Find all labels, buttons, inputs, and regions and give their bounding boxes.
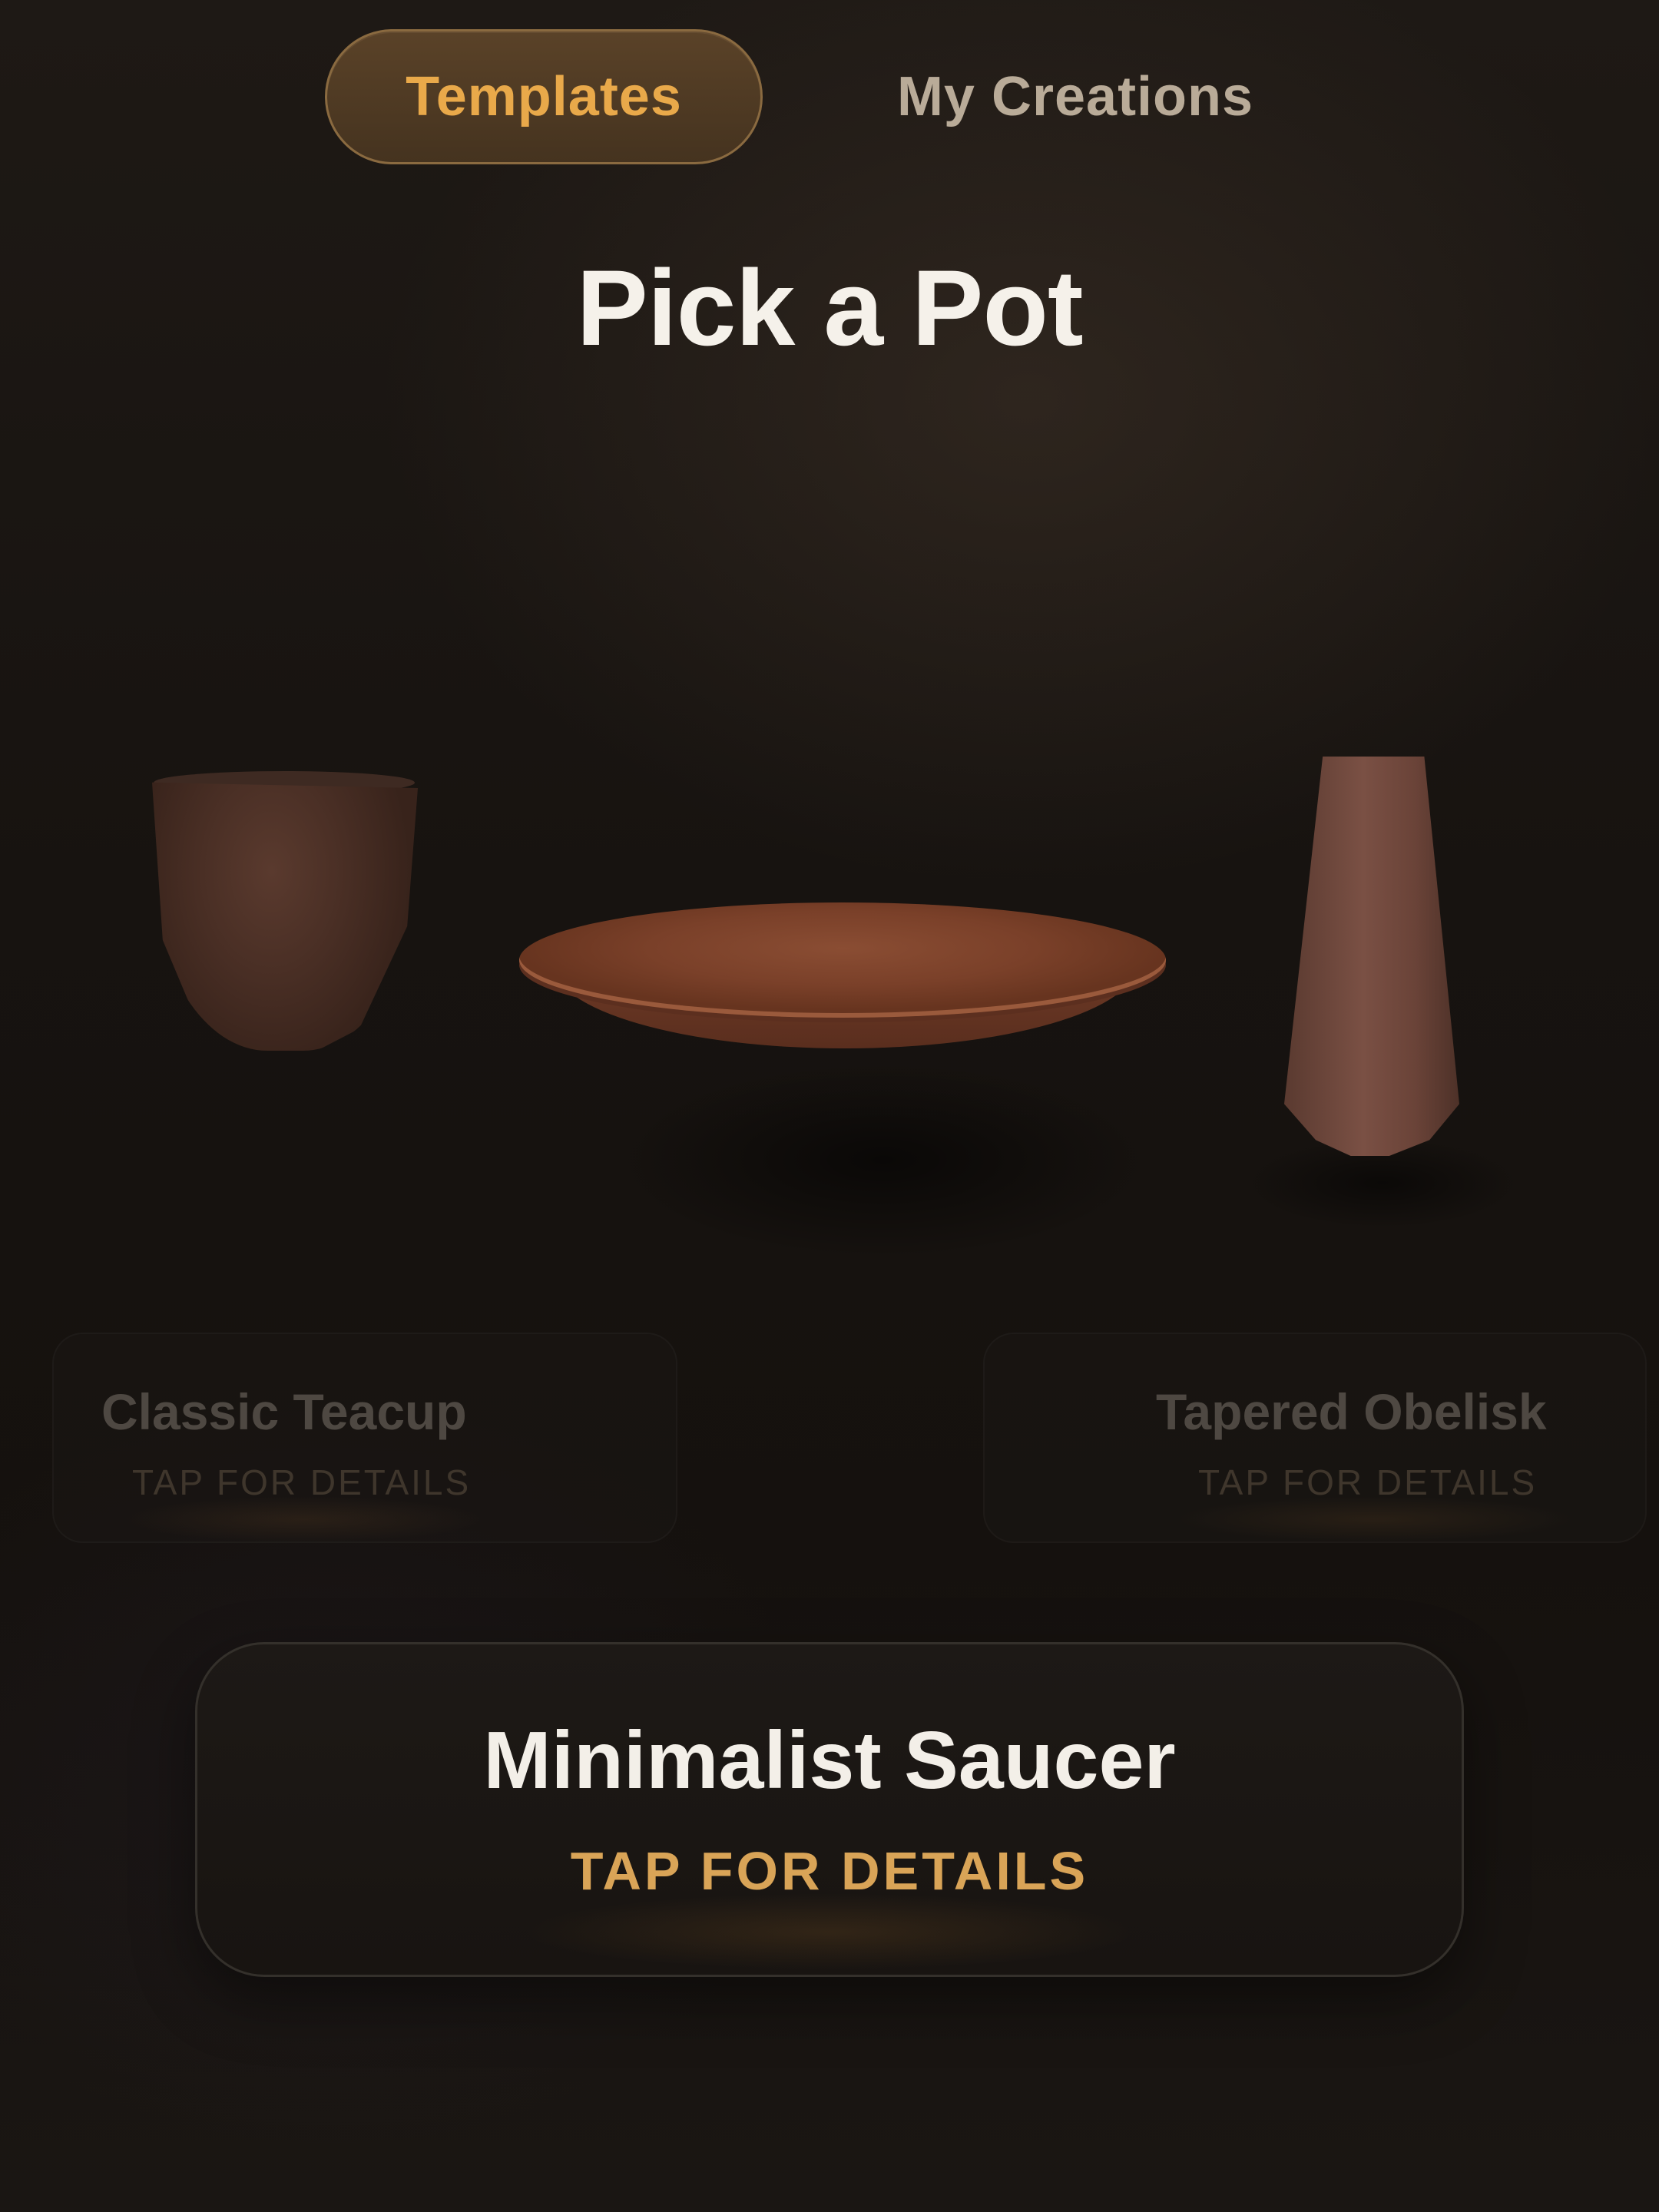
tap-for-details-link[interactable]: TAP FOR DETAILS xyxy=(0,1840,1659,1902)
card-glow xyxy=(123,1496,484,1542)
card-glow xyxy=(1175,1496,1575,1542)
saucer-shadow xyxy=(614,1060,1152,1260)
page-title: Pick a Pot xyxy=(576,247,1083,368)
pot-picker-screen: Templates My Creations Pick a Pot Classi… xyxy=(0,0,1659,2212)
card-name: Tapered Obelisk xyxy=(1156,1383,1547,1440)
teacup-model[interactable] xyxy=(152,782,418,1051)
saucer-model[interactable] xyxy=(519,902,1166,1018)
card-name: Classic Teacup xyxy=(101,1383,467,1440)
tab-templates[interactable]: Templates xyxy=(325,29,763,164)
selected-pot-name: Minimalist Saucer xyxy=(483,1715,1176,1806)
tab-my-creations[interactable]: My Creations xyxy=(853,29,1298,164)
obelisk-model[interactable] xyxy=(1284,757,1459,1156)
card-glow xyxy=(522,1893,1137,1970)
